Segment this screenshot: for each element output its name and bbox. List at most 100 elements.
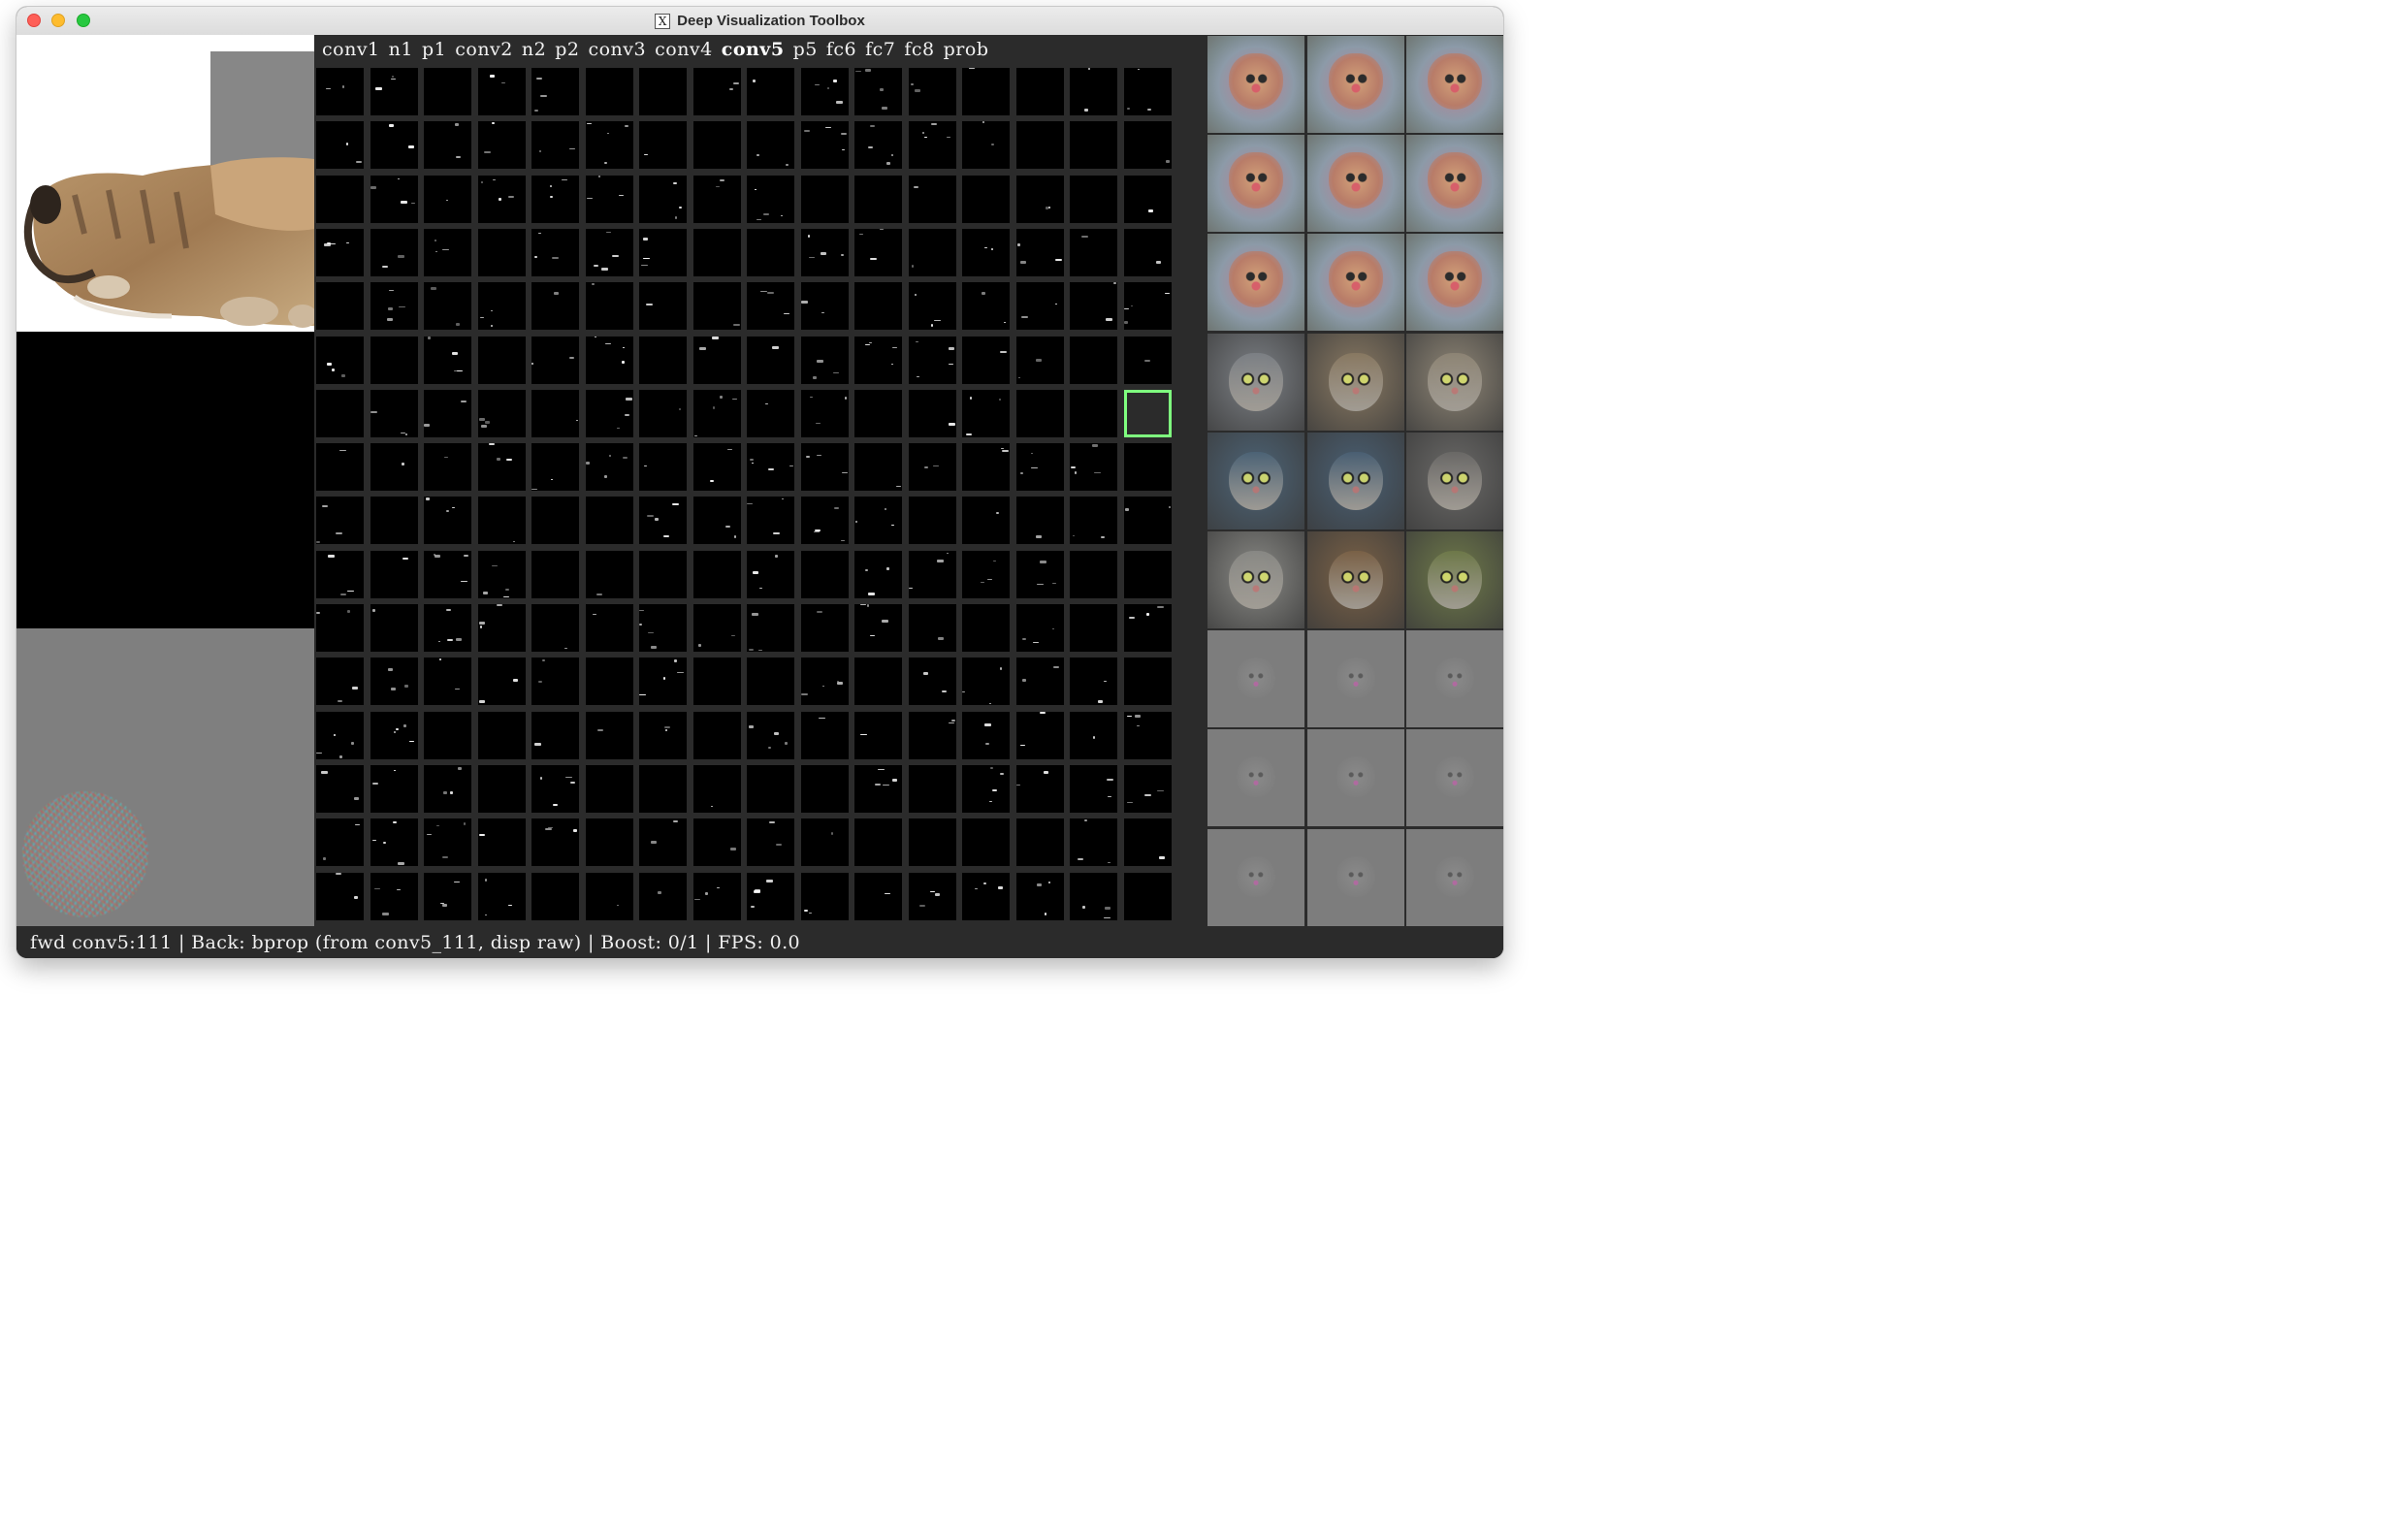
unit-cell[interactable] [747, 121, 794, 170]
unit-cell[interactable] [531, 336, 579, 384]
unit-cell[interactable] [800, 818, 849, 867]
unit-cell[interactable] [962, 121, 1010, 170]
unit-cell[interactable] [747, 228, 794, 276]
unit-cell[interactable] [316, 175, 364, 223]
layer-tab-n1[interactable]: n1 [389, 39, 422, 60]
unit-cell[interactable] [908, 872, 956, 920]
layer-tab-fc6[interactable]: fc6 [826, 39, 865, 60]
unit-cell[interactable] [854, 282, 902, 331]
unit-cell[interactable] [370, 818, 418, 867]
unit-cell[interactable] [692, 764, 741, 813]
unit-cell[interactable] [1123, 175, 1172, 223]
unit-cell[interactable] [747, 872, 794, 920]
unit-cell[interactable] [800, 658, 849, 706]
unit-cell[interactable] [1015, 711, 1064, 759]
unit-cell[interactable] [639, 282, 687, 331]
unit-cell[interactable] [424, 550, 471, 598]
unit-cell[interactable] [908, 764, 956, 813]
unit-cell[interactable] [585, 497, 633, 545]
unit-cell[interactable] [477, 658, 526, 706]
unit-cell[interactable] [477, 228, 526, 276]
unit-cell[interactable] [962, 711, 1010, 759]
activation-grid[interactable] [316, 68, 1177, 926]
unit-cell[interactable] [692, 818, 741, 867]
unit-cell[interactable] [747, 604, 794, 652]
unit-cell[interactable] [316, 389, 364, 437]
unit-cell[interactable] [531, 389, 579, 437]
unit-cell[interactable] [477, 711, 526, 759]
unit-cell[interactable] [747, 550, 794, 598]
unit-cell[interactable] [854, 68, 902, 115]
unit-cell[interactable] [962, 282, 1010, 331]
unit-cell[interactable] [692, 497, 741, 545]
unit-cell[interactable] [639, 711, 687, 759]
unit-cell[interactable] [962, 228, 1010, 276]
unit-cell[interactable] [424, 175, 471, 223]
unit-cell[interactable] [747, 764, 794, 813]
unit-cell[interactable] [1070, 389, 1117, 437]
layer-tab-prob[interactable]: prob [944, 39, 998, 60]
unit-cell[interactable] [424, 764, 471, 813]
unit-cell[interactable] [908, 389, 956, 437]
unit-cell[interactable] [692, 389, 741, 437]
unit-cell[interactable] [692, 336, 741, 384]
unit-cell[interactable] [747, 68, 794, 115]
unit-cell[interactable] [639, 818, 687, 867]
unit-cell[interactable] [585, 764, 633, 813]
layer-tab-p2[interactable]: p2 [555, 39, 588, 60]
unit-cell[interactable] [585, 68, 633, 115]
unit-cell[interactable] [747, 336, 794, 384]
unit-cell[interactable] [1123, 443, 1172, 492]
unit-cell[interactable] [1015, 336, 1064, 384]
unit-cell[interactable] [639, 550, 687, 598]
unit-cell[interactable] [800, 550, 849, 598]
unit-cell[interactable] [854, 872, 902, 920]
unit-cell[interactable] [531, 443, 579, 492]
unit-cell[interactable] [585, 389, 633, 437]
unit-cell[interactable] [1070, 497, 1117, 545]
unit-cell[interactable] [316, 872, 364, 920]
unit-cell[interactable] [962, 872, 1010, 920]
unit-cell[interactable] [585, 550, 633, 598]
unit-cell[interactable] [1070, 550, 1117, 598]
unit-cell[interactable] [1015, 228, 1064, 276]
unit-cell[interactable] [370, 872, 418, 920]
unit-cell[interactable] [585, 121, 633, 170]
unit-cell[interactable] [692, 68, 741, 115]
unit-cell[interactable] [1123, 68, 1172, 115]
unit-cell[interactable] [585, 336, 633, 384]
unit-cell[interactable] [1070, 764, 1117, 813]
unit-cell[interactable] [585, 604, 633, 652]
unit-cell[interactable] [639, 389, 687, 437]
unit-cell[interactable] [908, 175, 956, 223]
unit-cell[interactable] [1123, 764, 1172, 813]
unit-cell[interactable] [800, 497, 849, 545]
unit-cell[interactable] [1015, 872, 1064, 920]
unit-cell[interactable] [531, 872, 579, 920]
unit-cell[interactable] [370, 228, 418, 276]
unit-cell[interactable] [477, 872, 526, 920]
unit-cell[interactable] [1123, 872, 1172, 920]
unit-cell[interactable] [424, 658, 471, 706]
unit-cell[interactable] [962, 818, 1010, 867]
unit-cell[interactable] [316, 497, 364, 545]
unit-cell[interactable] [316, 818, 364, 867]
unit-cell[interactable] [854, 604, 902, 652]
unit-cell[interactable] [531, 658, 579, 706]
unit-cell[interactable] [1123, 550, 1172, 598]
unit-cell[interactable] [585, 711, 633, 759]
unit-cell[interactable] [1015, 282, 1064, 331]
unit-cell[interactable] [854, 711, 902, 759]
unit-cell[interactable] [1015, 175, 1064, 223]
unit-cell[interactable] [908, 228, 956, 276]
unit-cell[interactable] [424, 282, 471, 331]
unit-cell[interactable] [585, 443, 633, 492]
unit-cell[interactable] [477, 764, 526, 813]
unit-cell[interactable] [692, 175, 741, 223]
unit-cell[interactable] [1070, 443, 1117, 492]
unit-cell[interactable] [639, 764, 687, 813]
unit-cell[interactable] [854, 336, 902, 384]
unit-cell[interactable] [531, 711, 579, 759]
unit-cell[interactable] [1015, 604, 1064, 652]
unit-cell[interactable] [854, 175, 902, 223]
